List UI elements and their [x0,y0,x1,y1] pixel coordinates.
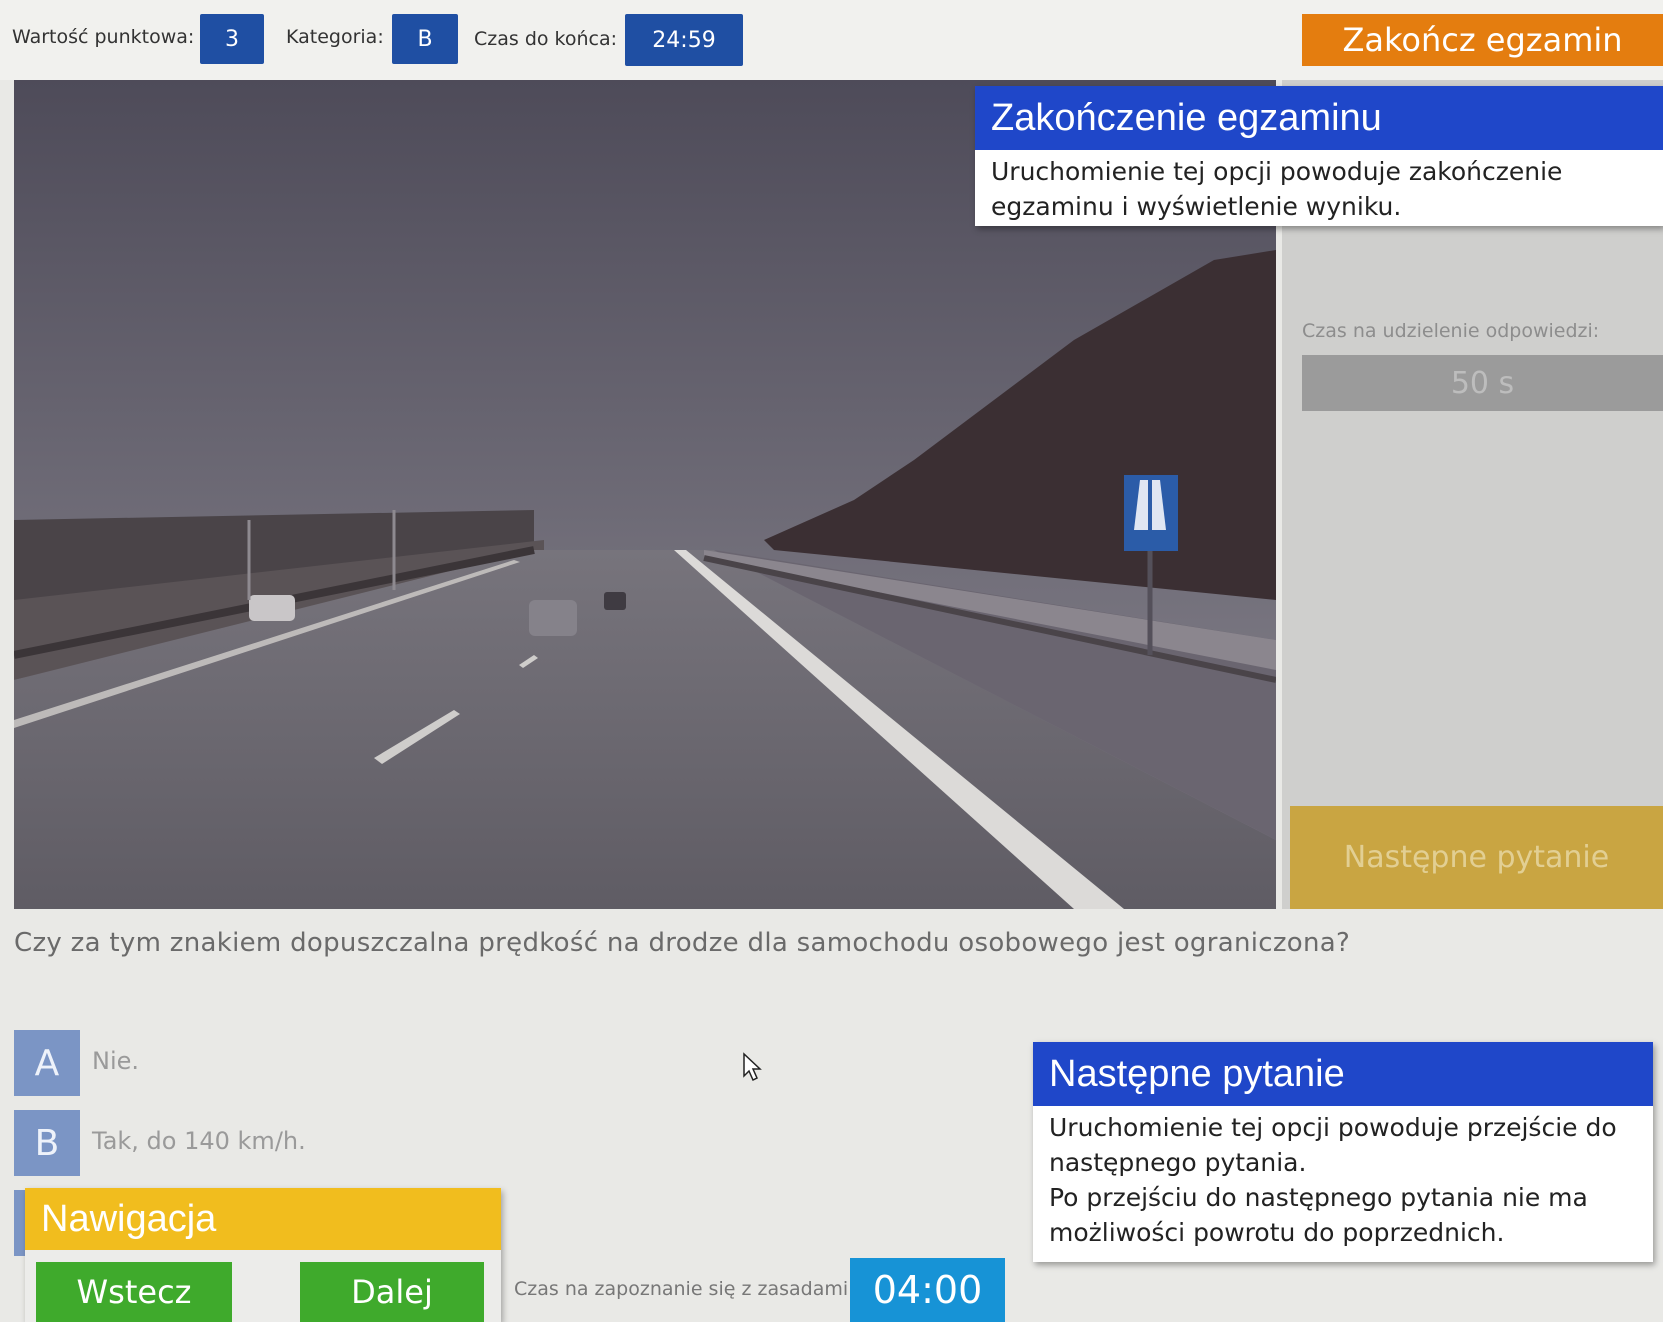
category-label: Kategoria: [286,26,384,48]
category-value-badge: B [392,14,458,64]
answer-b-button[interactable]: B [14,1110,80,1176]
answer-a-button[interactable]: A [14,1030,80,1096]
time-left-label: Czas do końca: [474,28,618,50]
points-value-badge: 3 [200,14,264,64]
question-text: Czy za tym znakiem dopuszczalna prędkość… [14,928,1351,958]
mouse-cursor-icon [743,1052,762,1082]
next-question-tooltip-line4: możliwości powrotu do poprzednich. [1049,1218,1505,1247]
points-label: Wartość punktowa: [12,26,195,48]
end-exam-tooltip-title: Zakończenie egzaminu [975,86,1663,150]
next-question-tooltip-title: Następne pytanie [1033,1042,1653,1106]
next-question-tooltip-line1: Uruchomienie tej opcji powoduje przejści… [1049,1113,1617,1142]
answer-a-text[interactable]: Nie. [92,1047,139,1075]
rules-timer: 04:00 [850,1258,1005,1322]
navigation-tooltip-title: Nawigacja [25,1188,501,1250]
next-question-tooltip: Następne pytanie Uruchomienie tej opcji … [1033,1042,1653,1262]
answer-time-label: Czas na udzielenie odpowiedzi: [1302,320,1600,342]
end-exam-button[interactable]: Zakończ egzamin [1302,14,1663,66]
next-question-tooltip-line3: Po przejściu do następnego pytania nie m… [1049,1183,1588,1212]
rules-time-label: Czas na zapoznanie się z zasadami: [514,1278,855,1300]
time-left-badge: 24:59 [625,14,743,66]
answer-b-text[interactable]: Tak, do 140 km/h. [92,1127,306,1155]
end-exam-tooltip-line1: Uruchomienie tej opcji powoduje zakończe… [991,157,1563,186]
forward-button[interactable]: Dalej [300,1262,484,1322]
back-button[interactable]: Wstecz [36,1262,232,1322]
next-question-button[interactable]: Następne pytanie [1290,806,1663,909]
end-exam-tooltip: Zakończenie egzaminu Uruchomienie tej op… [975,86,1663,226]
next-question-tooltip-line2: następnego pytania. [1049,1148,1307,1177]
end-exam-tooltip-line2: egzaminu i wyświetlenie wyniku. [991,192,1402,221]
answer-time-value: 50 s [1302,355,1663,411]
